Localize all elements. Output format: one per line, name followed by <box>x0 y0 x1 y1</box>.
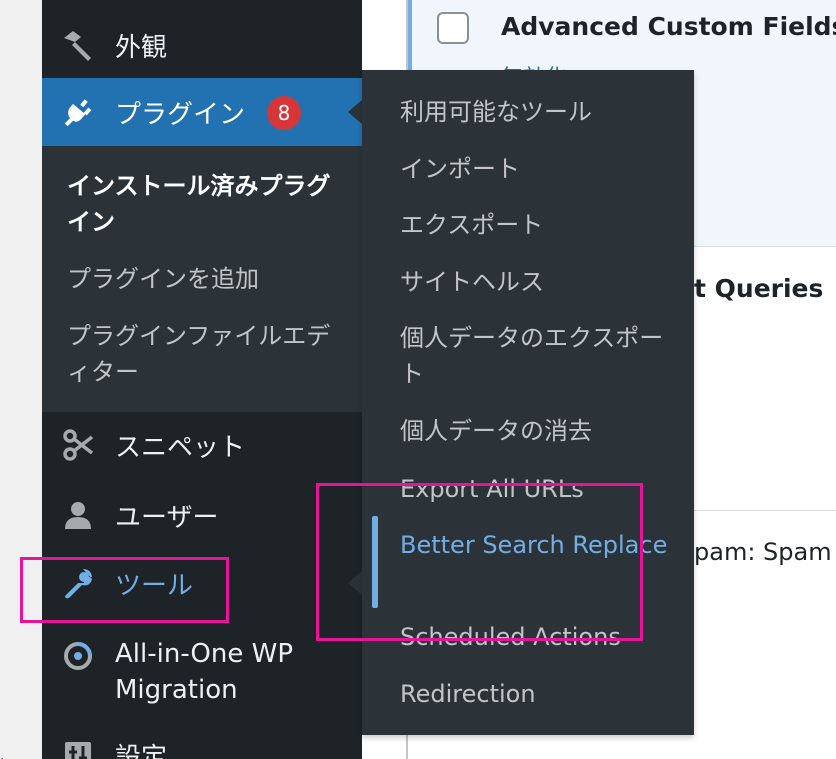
plugin-title: pam: Spam <box>694 538 832 566</box>
sidebar-item-users[interactable]: ユーザー <box>42 482 362 548</box>
paintbrush-icon <box>60 27 96 63</box>
flyout-item-import[interactable]: インポート <box>400 151 680 187</box>
plugin-icon <box>60 94 96 130</box>
sidebar-item-label: All-in-One WP Migration <box>115 639 294 705</box>
flyout-item-redirection[interactable]: Redirection <box>400 676 680 712</box>
flyout-item-site-health[interactable]: サイトヘルス <box>400 264 680 300</box>
sidebar-item-label: プラグイン <box>115 99 246 130</box>
highlight-box-tools <box>20 557 229 623</box>
row-divider <box>694 246 836 247</box>
page-background-strip <box>0 0 42 759</box>
plugin-select-checkbox[interactable] <box>437 12 469 44</box>
sidebar-item-label: スニペット <box>115 432 246 463</box>
flyout-item-export[interactable]: エクスポート <box>400 207 680 243</box>
sidebar-item-label: 外観 <box>115 32 168 63</box>
row-divider <box>694 510 836 511</box>
flyout-item-available-tools[interactable]: 利用可能なツール <box>400 94 680 130</box>
submenu-item-add-plugin[interactable]: プラグインを追加 <box>67 261 337 297</box>
settings-icon <box>60 737 96 759</box>
sidebar-item-label: 設定 <box>115 742 168 759</box>
sidebar-item-snippets[interactable]: スニペット <box>42 412 362 478</box>
scissors-icon <box>60 427 96 463</box>
flyout-item-export-personal-data[interactable]: 個人データのエクスポート <box>400 320 680 392</box>
plugin-title: Advanced Custom Fields <box>501 12 836 41</box>
flyout-item-erase-personal-data[interactable]: 個人データの消去 <box>400 413 680 449</box>
submenu-item-plugin-editor[interactable]: プラグインファイルエディター <box>67 318 337 390</box>
plugins-submenu: インストール済みプラグイン プラグインを追加 プラグインファイルエディター <box>42 146 362 412</box>
sidebar-item-label: ユーザー <box>115 502 219 533</box>
update-count-badge: 8 <box>267 96 301 130</box>
sidebar-item-aio-migration[interactable]: All-in-One WP Migration <box>42 628 362 718</box>
submenu-item-installed-plugins[interactable]: インストール済みプラグイン <box>67 168 337 240</box>
edge-glyph: . <box>0 748 5 759</box>
migration-icon <box>60 638 96 674</box>
user-icon <box>60 497 96 533</box>
sidebar-item-settings[interactable]: 設定 <box>42 722 362 759</box>
sidebar-item-plugins[interactable]: プラグイン 8 <box>42 78 362 146</box>
sidebar-item-appearance[interactable]: 外観 <box>42 12 362 78</box>
admin-sidebar: 外観 プラグイン 8 インストール済みプラグイン プラグインを追加 プラグインフ… <box>42 0 362 759</box>
plugin-title: t Queries <box>694 274 824 303</box>
highlight-box-better-search-replace <box>316 483 643 641</box>
